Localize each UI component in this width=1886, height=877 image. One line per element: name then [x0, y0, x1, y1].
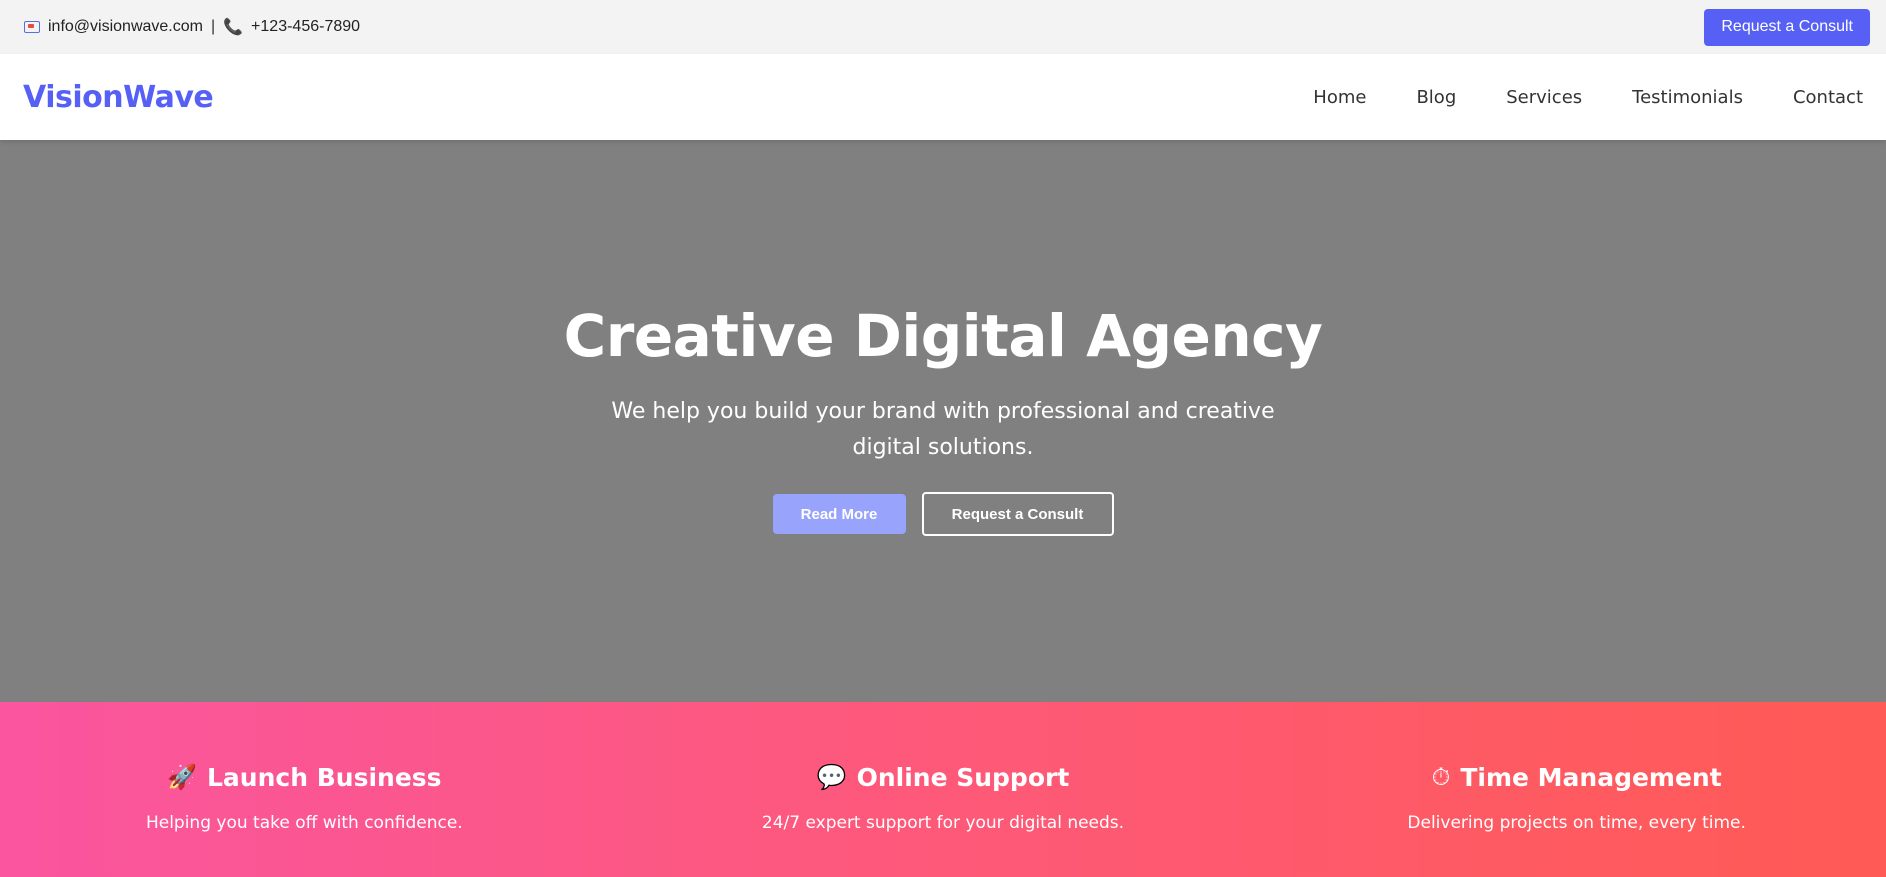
- nav-services[interactable]: Services: [1506, 87, 1582, 108]
- main-nav: Home Blog Services Testimonials Contact: [1263, 87, 1863, 108]
- feature-title: 🚀 Launch Business: [167, 763, 441, 792]
- feature-online-support: 💬 Online Support 24/7 expert support for…: [629, 702, 1258, 877]
- request-consult-hero-button[interactable]: Request a Consult: [921, 492, 1114, 536]
- nav-contact[interactable]: Contact: [1793, 87, 1863, 108]
- stopwatch-icon: ⏱: [1431, 763, 1451, 791]
- phone-icon: 📞: [223, 19, 244, 36]
- phone-text[interactable]: +123-456-7890: [251, 18, 360, 36]
- contact-info: info@visionwave.com | 📞 +123-456-7890: [24, 17, 360, 37]
- feature-title: 💬 Online Support: [817, 763, 1070, 792]
- hero-section: Creative Digital Agency We help you buil…: [0, 140, 1886, 702]
- feature-description: 24/7 expert support for your digital nee…: [761, 813, 1125, 833]
- feature-description: Delivering projects on time, every time.: [1407, 813, 1746, 833]
- features-section: 🚀 Launch Business Helping you take off w…: [0, 702, 1886, 877]
- nav-blog[interactable]: Blog: [1416, 87, 1456, 108]
- nav-testimonials[interactable]: Testimonials: [1632, 87, 1743, 108]
- read-more-button[interactable]: Read More: [772, 494, 906, 534]
- feature-title: ⏱ Time Management: [1432, 763, 1722, 792]
- email-icon: [24, 21, 40, 33]
- top-bar: info@visionwave.com | 📞 +123-456-7890 Re…: [0, 0, 1886, 54]
- feature-title-text: Launch Business: [207, 763, 442, 792]
- hero-subtitle: We help you build your brand with profes…: [611, 399, 1275, 460]
- hero-title: Creative Digital Agency: [563, 302, 1323, 370]
- email-text[interactable]: info@visionwave.com: [48, 18, 203, 36]
- feature-description: Helping you take off with confidence.: [145, 813, 463, 833]
- feature-time-management: ⏱ Time Management Delivering projects on…: [1257, 702, 1886, 877]
- feature-title-text: Time Management: [1460, 763, 1722, 792]
- site-header: VisionWave Home Blog Services Testimonia…: [0, 54, 1886, 140]
- feature-title-text: Online Support: [856, 763, 1070, 792]
- separator: |: [210, 18, 216, 35]
- feature-launch-business: 🚀 Launch Business Helping you take off w…: [0, 702, 629, 877]
- chat-bubble-icon: 💬: [816, 764, 847, 791]
- nav-home[interactable]: Home: [1313, 87, 1366, 108]
- request-consult-top-button[interactable]: Request a Consult: [1704, 8, 1870, 46]
- hero-actions: Read More Request a Consult: [772, 492, 1114, 536]
- rocket-icon: 🚀: [167, 764, 197, 791]
- logo[interactable]: VisionWave: [23, 80, 214, 115]
